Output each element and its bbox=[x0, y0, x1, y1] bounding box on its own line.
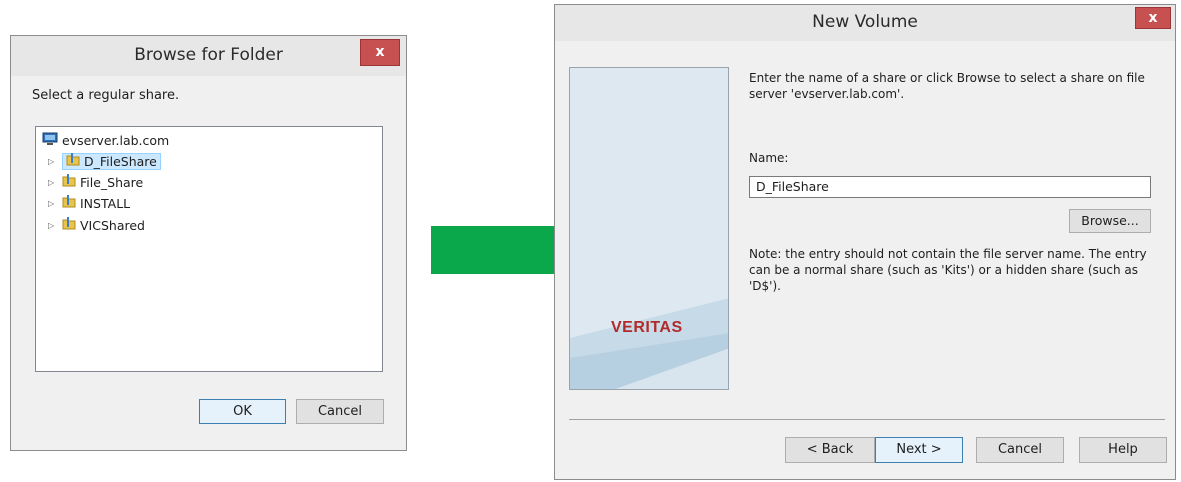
dialog-title: Browse for Folder bbox=[134, 45, 283, 65]
tree-item-selection: D_FileShare bbox=[62, 152, 161, 173]
note-text: Note: the entry should not contain the f… bbox=[749, 247, 1147, 293]
title-bar[interactable]: New Volume x bbox=[555, 5, 1175, 41]
ok-button[interactable]: OK bbox=[199, 399, 286, 424]
wizard-title: New Volume bbox=[812, 12, 918, 32]
tree-root[interactable]: evserver.lab.com bbox=[42, 131, 169, 151]
cancel-button[interactable]: Cancel bbox=[976, 437, 1064, 463]
shared-folder-icon bbox=[62, 216, 76, 237]
browse-for-folder-dialog: Browse for Folder x Select a regular sha… bbox=[10, 35, 407, 451]
folder-tree[interactable]: evserver.lab.com ▷ D_FileShare ▷ File_Sh… bbox=[35, 126, 383, 372]
expand-icon[interactable]: ▷ bbox=[48, 216, 54, 236]
title-bar[interactable]: Browse for Folder x bbox=[11, 36, 406, 76]
tree-item-d-fileshare[interactable]: ▷ D_FileShare bbox=[48, 152, 161, 173]
next-button[interactable]: Next > bbox=[875, 437, 963, 463]
name-label: Name: bbox=[749, 151, 789, 165]
tree-item-install[interactable]: ▷ INSTALL bbox=[48, 194, 131, 215]
new-volume-wizard: New Volume x VERITAS Enter the name of a… bbox=[554, 4, 1176, 480]
browse-button[interactable]: Browse... bbox=[1069, 209, 1151, 233]
tree-root-label: evserver.lab.com bbox=[62, 133, 170, 148]
wizard-banner: VERITAS bbox=[569, 67, 729, 390]
veritas-logo: VERITAS bbox=[611, 319, 683, 336]
shared-folder-icon bbox=[62, 173, 76, 194]
instruction-text: Select a regular share. bbox=[32, 88, 180, 103]
name-input[interactable]: D_FileShare bbox=[749, 176, 1151, 198]
expand-icon[interactable]: ▷ bbox=[48, 194, 54, 214]
divider bbox=[569, 419, 1165, 420]
tree-item-vicshared[interactable]: ▷ VICShared bbox=[48, 216, 145, 237]
tree-item-label: D_FileShare bbox=[84, 154, 157, 169]
server-icon bbox=[42, 132, 58, 152]
tree-item-file-share[interactable]: ▷ File_Share bbox=[48, 173, 144, 194]
tree-item-label: VICShared bbox=[80, 218, 145, 233]
expand-icon[interactable]: ▷ bbox=[48, 173, 54, 193]
shared-folder-icon bbox=[62, 194, 76, 215]
help-button[interactable]: Help bbox=[1079, 437, 1167, 463]
cancel-button[interactable]: Cancel bbox=[296, 399, 384, 424]
intro-text: Enter the name of a share or click Brows… bbox=[749, 71, 1145, 101]
back-button[interactable]: < Back bbox=[785, 437, 875, 463]
tree-item-label: File_Share bbox=[80, 175, 144, 190]
close-button[interactable]: x bbox=[360, 39, 400, 66]
tree-item-label: INSTALL bbox=[80, 196, 131, 211]
expand-icon[interactable]: ▷ bbox=[48, 152, 54, 172]
close-button[interactable]: x bbox=[1135, 7, 1171, 29]
shared-folder-icon bbox=[66, 152, 80, 173]
